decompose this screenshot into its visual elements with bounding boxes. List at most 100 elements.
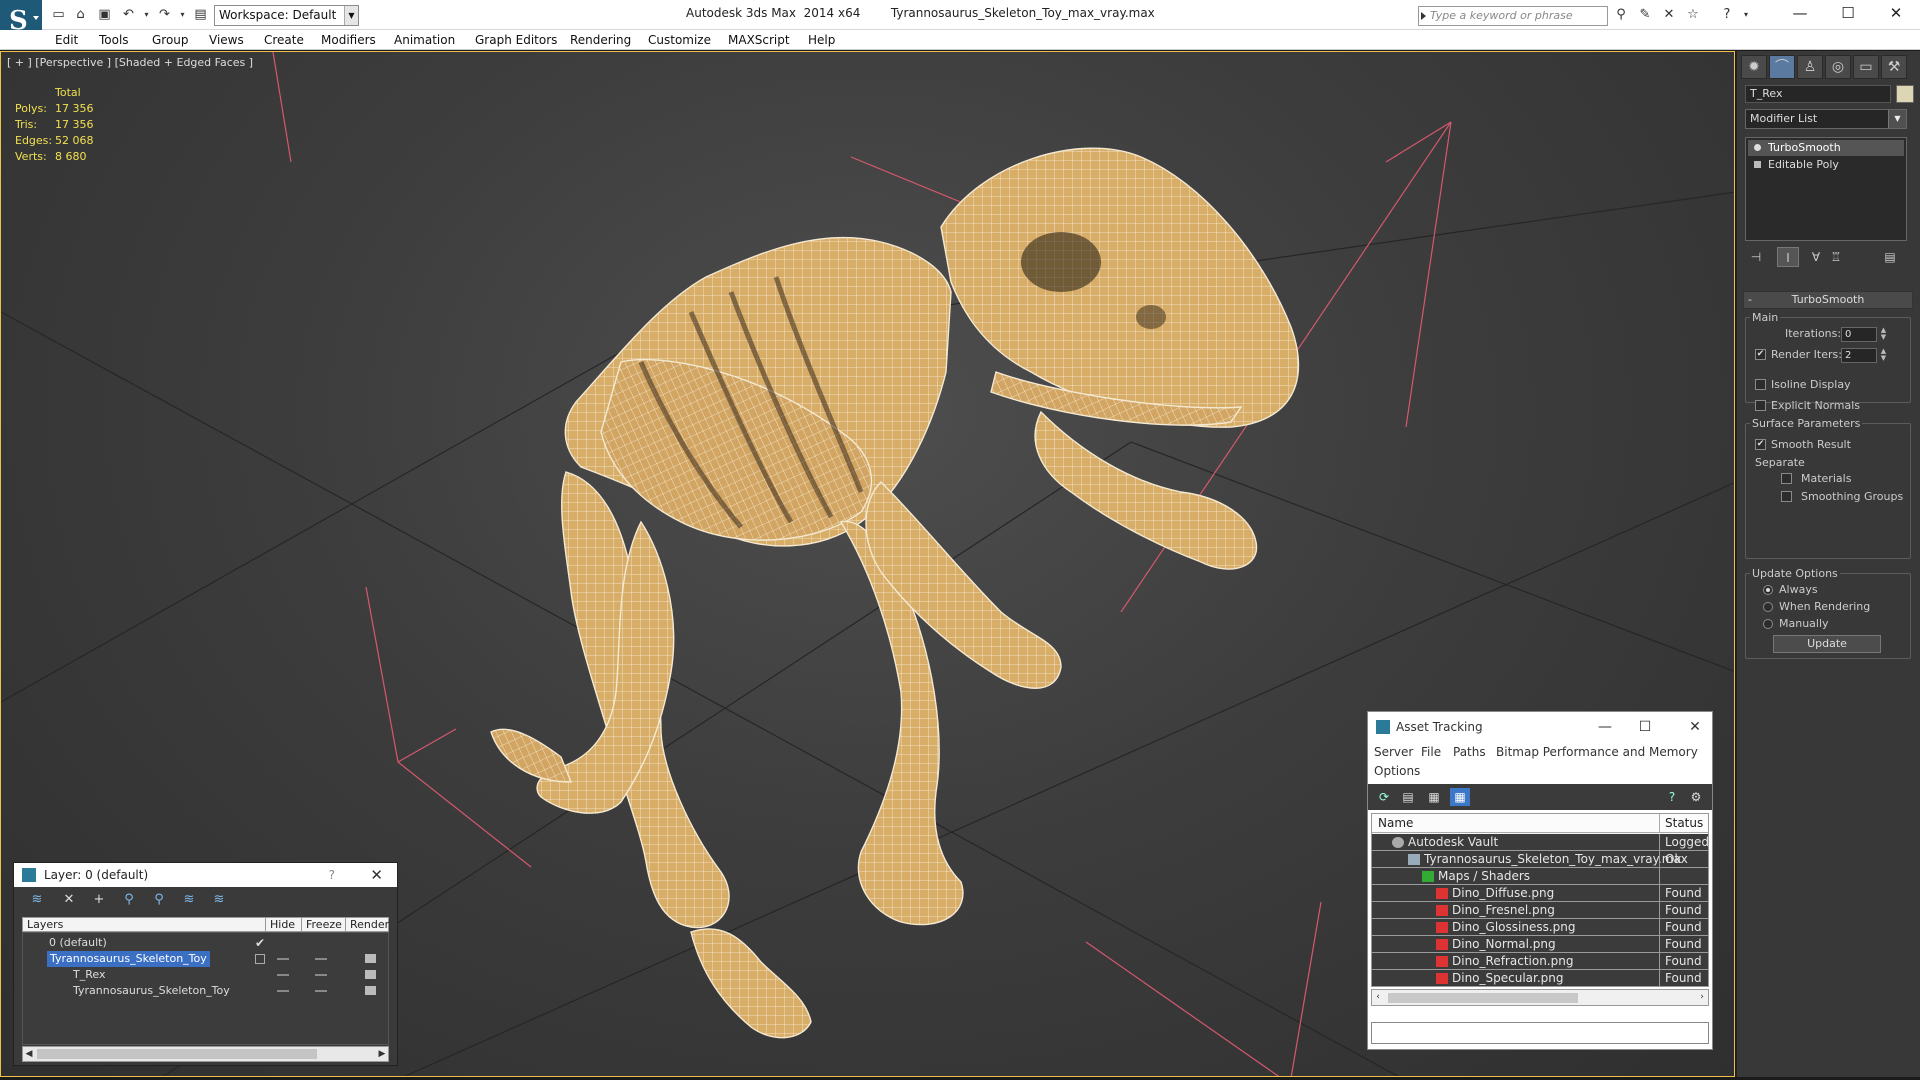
column-freeze[interactable]: Freeze [301,918,342,931]
render-teapot-icon[interactable] [365,970,376,979]
configure-sets-icon[interactable]: ▤ [1879,247,1901,267]
freeze-toggle[interactable] [315,974,327,976]
table-row[interactable]: Dino_Normal.png Found [1372,936,1708,953]
turbosmooth-rollout-header[interactable]: - TurboSmooth [1743,291,1913,309]
save-file-icon[interactable]: ▣ [96,7,113,22]
modifier-list-dropdown[interactable]: Modifier List ▼ [1745,109,1907,129]
layer-row[interactable]: Tyrannosaurus_Skeleton_Toy [23,983,388,999]
table-row[interactable]: Dino_Glossiness.png Found [1372,919,1708,936]
menu-group[interactable]: Group [152,33,189,47]
display-tab-icon[interactable]: ▭ [1853,55,1879,79]
hide-toggle[interactable] [277,958,289,960]
motion-tab-icon[interactable]: ◎ [1825,55,1851,79]
column-layers[interactable]: Layers [27,918,63,931]
layer-row[interactable]: Tyrannosaurus_Skeleton_Toy [23,951,388,967]
asset-status-field[interactable] [1371,1022,1709,1044]
table-row[interactable]: Dino_Specular.png Found [1372,970,1708,987]
list-view-icon[interactable]: ▤ [1398,788,1418,806]
scroll-left-icon[interactable]: ‹ [1372,990,1384,1004]
close-icon[interactable]: ✕ [370,863,383,887]
when-rendering-radio[interactable] [1763,602,1773,612]
layer-box-icon[interactable] [255,954,265,964]
smoothing-groups-checkbox[interactable] [1781,491,1792,502]
help-dropdown-icon[interactable]: ▾ [1737,7,1755,23]
open-file-icon[interactable]: ⌂ [72,7,89,22]
layer-row[interactable]: 0 (default) ✔ [23,935,388,951]
utilities-tab-icon[interactable]: ⚒ [1881,55,1907,79]
stack-item-editable-poly[interactable]: Editable Poly [1748,157,1904,173]
iterations-spinner[interactable]: 0 [1841,327,1877,342]
menu-options[interactable]: Options [1374,764,1420,778]
refresh-icon[interactable]: ⟳ [1374,788,1394,806]
always-radio[interactable] [1763,585,1773,595]
close-button[interactable]: ✕ [1876,2,1916,24]
hide-toggle[interactable] [277,990,289,992]
highlight-layer-icon[interactable]: ⚲ [148,891,170,909]
layer-row[interactable]: T_Rex [23,967,388,983]
scroll-right-icon[interactable]: ▶ [376,1047,388,1061]
minimize-button[interactable]: — [1780,2,1820,24]
column-name[interactable]: Name [1378,814,1413,833]
manually-radio[interactable] [1763,619,1773,629]
asset-tracking-title-bar[interactable]: Asset Tracking — ☐ ✕ [1368,712,1712,742]
render-teapot-icon[interactable] [365,954,376,963]
help-icon[interactable]: ? [1662,788,1682,806]
hide-all-layers-icon[interactable]: ≋ [178,891,200,909]
menu-help[interactable]: Help [808,33,835,47]
undo-dropdown-icon[interactable]: ▾ [138,7,155,22]
maximize-button[interactable]: ☐ [1630,712,1660,742]
search-input[interactable]: Type a keyword or phrase [1418,6,1608,26]
hierarchy-tab-icon[interactable]: ♙ [1797,55,1823,79]
checkmark-icon[interactable]: ✔ [255,935,265,951]
table-row[interactable]: Maps / Shaders [1372,868,1708,885]
smooth-result-checkbox[interactable]: ✔ [1755,439,1766,450]
object-name-field[interactable]: T_Rex [1745,85,1891,103]
freeze-toggle[interactable] [315,958,327,960]
show-end-result-icon[interactable]: Ⅰ [1777,247,1799,267]
horizontal-scrollbar[interactable]: ‹ › [1371,989,1709,1006]
light-bulb-icon[interactable] [1754,144,1761,151]
scroll-right-icon[interactable]: › [1696,990,1708,1004]
select-objects-icon[interactable]: ⚲ [118,891,140,909]
scroll-thumb[interactable] [37,1049,317,1059]
project-folder-icon[interactable]: ▤ [192,7,209,22]
expand-box-icon[interactable] [1754,161,1761,168]
delete-layer-icon[interactable]: ✕ [58,891,80,909]
menu-file[interactable]: File [1421,745,1441,759]
new-file-icon[interactable]: ▭ [50,7,67,22]
table-row[interactable]: Autodesk Vault Logged [1372,834,1709,851]
menu-maxscript[interactable]: MAXScript [728,33,790,47]
workspace-dropdown[interactable]: Workspace: Default ▼ [214,5,359,26]
redo-dropdown-icon[interactable]: ▾ [174,7,191,22]
modify-tab-icon[interactable]: ⌒ [1769,55,1795,79]
render-teapot-icon[interactable] [365,986,376,995]
table-row[interactable]: Dino_Diffuse.png Found [1372,885,1708,902]
freeze-toggle[interactable] [315,990,327,992]
menu-animation[interactable]: Animation [394,33,455,47]
remove-modifier-icon[interactable]: ♖ [1825,247,1847,267]
settings-icon[interactable]: ⚙ [1686,788,1706,806]
maximize-button[interactable]: ☐ [1828,2,1868,24]
communication-icon[interactable]: ✕ [1660,7,1678,23]
render-iters-checkbox[interactable]: ✔ [1755,349,1766,360]
menu-customize[interactable]: Customize [648,33,711,47]
make-unique-icon[interactable]: ∀ [1805,247,1827,267]
layer-manager-title-bar[interactable]: Layer: 0 (default) ? ✕ [14,863,397,887]
materials-checkbox[interactable] [1781,473,1792,484]
render-iters-spinner[interactable]: 2 [1841,348,1877,363]
table-row[interactable]: Dino_Fresnel.png Found [1372,902,1708,919]
subscription-icon[interactable]: ✎ [1636,7,1654,23]
update-button[interactable]: Update [1773,635,1881,653]
pin-stack-icon[interactable]: ⊣ [1745,247,1767,267]
table-view-icon[interactable]: ▦ [1450,788,1470,806]
freeze-all-layers-icon[interactable]: ≋ [208,891,230,909]
add-to-layer-icon[interactable]: + [88,891,110,909]
close-button[interactable]: ✕ [1680,712,1710,742]
menu-views[interactable]: Views [209,33,244,47]
scroll-left-icon[interactable]: ◀ [23,1047,35,1061]
menu-paths[interactable]: Paths [1453,745,1486,759]
scroll-thumb[interactable] [1388,993,1578,1003]
menu-create[interactable]: Create [264,33,304,47]
explicit-normals-checkbox[interactable] [1755,400,1766,411]
column-render[interactable]: Render [345,918,389,931]
